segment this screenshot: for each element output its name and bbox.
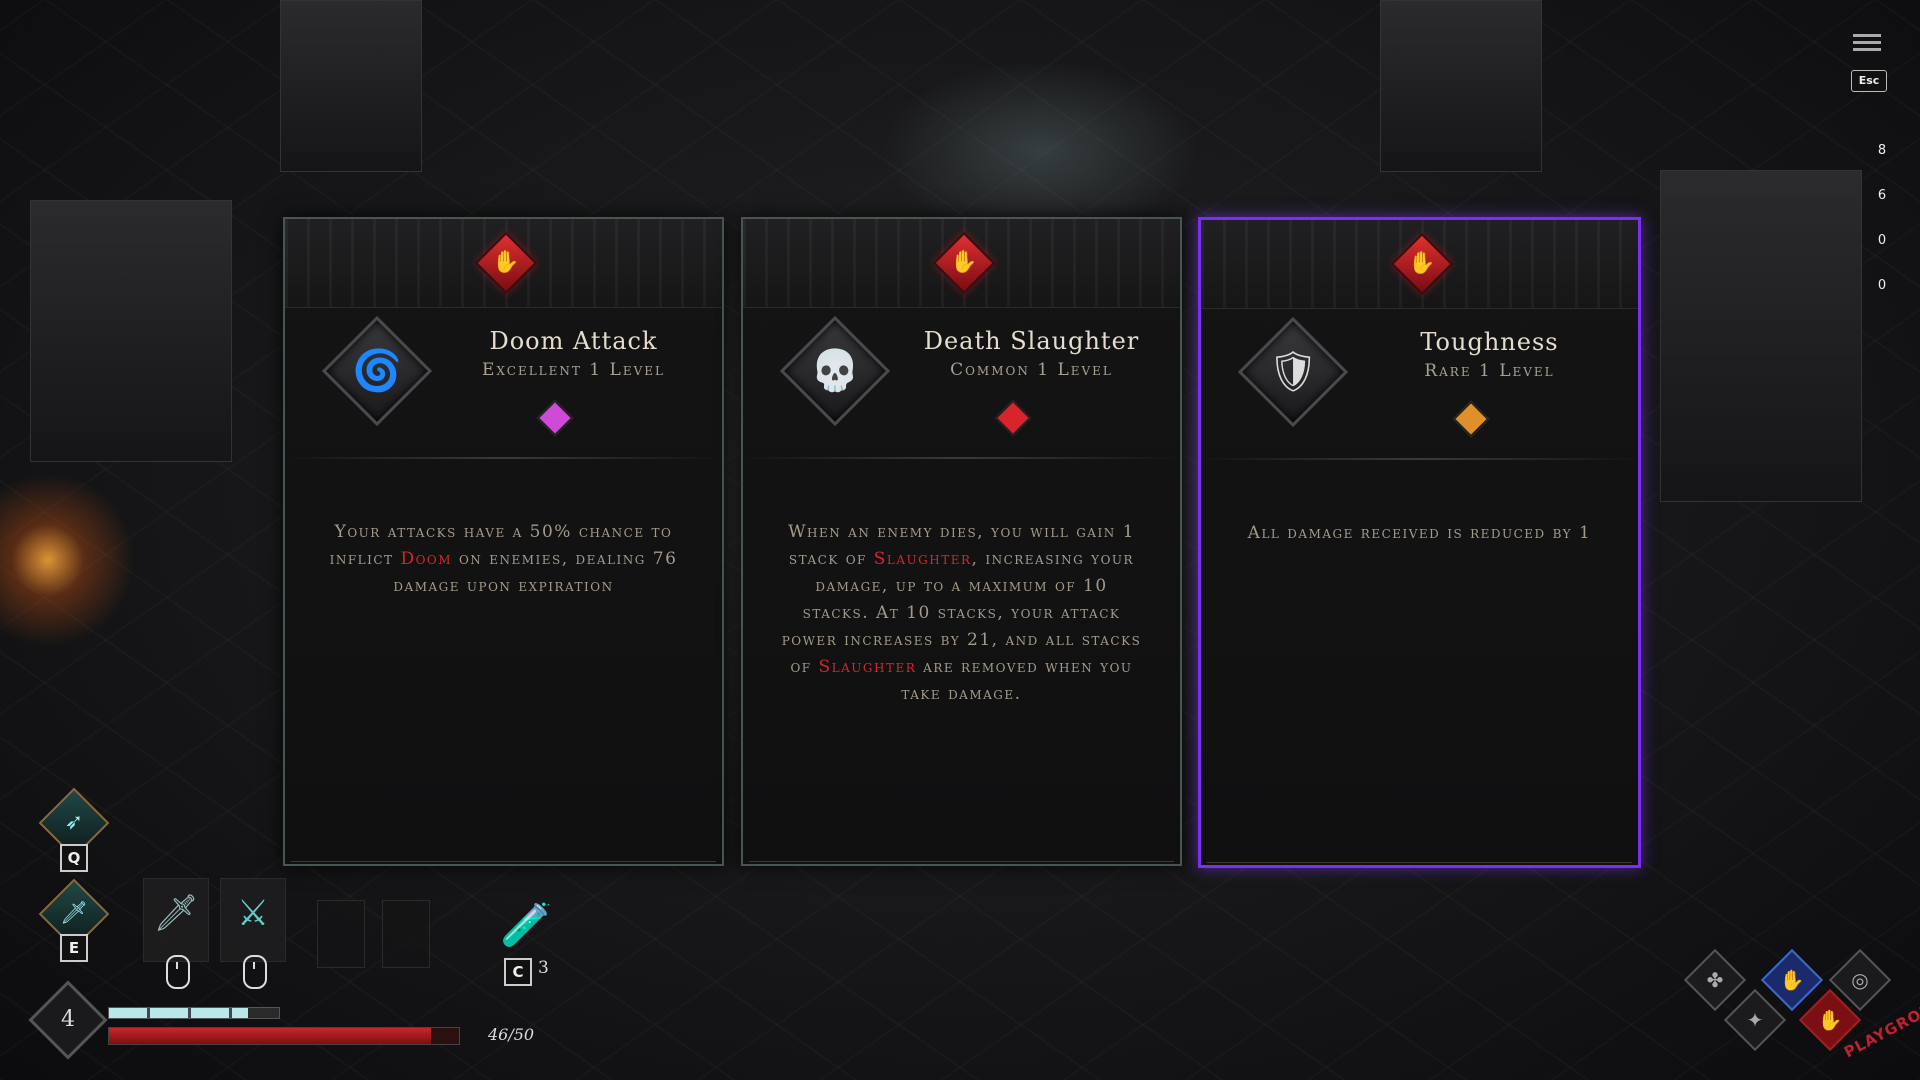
background-pillar [30,200,232,462]
skull-icon: 💀 [779,315,891,427]
card-description: Your attacks have a 50% chance to inflic… [323,519,684,600]
blue-flame-icon: 0 [1865,224,1899,258]
torch-glow [0,470,160,650]
divider [285,457,722,459]
card-title: Toughness [1420,328,1559,356]
xp-bar [108,1007,280,1019]
resource-count: 6 [1877,188,1887,203]
resource-count: 0 [1877,278,1887,293]
armor-icon: 🛡 [1237,316,1349,428]
upgrade-choice-panel: ✋ 🌀 Doom Attack Excellent 1 Level Your a… [283,217,1641,868]
divider [749,861,1174,862]
card-title: Doom Attack [489,327,658,355]
hp-text: 46/50 [488,1025,535,1044]
card-description: When an enemy dies, you will gain 1 stac… [781,519,1142,708]
doom-swirl-icon: 🌀 [321,315,433,427]
secondary-weapon-slot[interactable]: ⚔ [220,878,286,962]
divider [1201,458,1638,460]
purple-flame-icon: 6 [1865,179,1899,213]
desc-keyword-slaughter: Slaughter [818,657,917,677]
rarity-gem-icon [1452,400,1489,438]
divider [291,861,716,862]
skill-q-key: Q [60,844,88,872]
card-subtitle: Excellent 1 Level [482,360,665,380]
upgrade-card-doom-attack[interactable]: ✋ 🌀 Doom Attack Excellent 1 Level Your a… [283,217,724,866]
desc-text: All damage received is reduced by 1 [1247,523,1592,543]
skill-e-key: E [60,934,88,962]
level-number: 4 [61,1007,75,1032]
empty-item-slot[interactable] [382,900,430,968]
empty-item-slot[interactable] [317,900,365,968]
desc-keyword-doom: Doom [400,549,453,569]
primary-weapon-slot[interactable]: 🗡 [143,878,209,962]
upgrade-card-death-slaughter[interactable]: ✋ 💀 Death Slaughter Common 1 Level When … [741,217,1182,866]
background-pillar [280,0,422,172]
coin-icon: 8 [1865,134,1899,168]
skull-token-icon: 0 [1865,269,1899,303]
card-title: Death Slaughter [923,327,1140,355]
left-mouse-icon [166,955,190,989]
hp-fill [109,1028,431,1044]
xp-fill [109,1008,249,1018]
resource-count: 8 [1877,143,1887,158]
health-potion-icon[interactable]: 🧪 [500,900,552,950]
card-description: All damage received is reduced by 1 [1239,520,1600,547]
upgrade-card-toughness[interactable]: ✋ 🛡 Toughness Rare 1 Level All damage re… [1198,217,1641,868]
rarity-gem-icon [994,399,1031,437]
right-mouse-icon [243,955,267,989]
divider [1207,862,1632,863]
card-subtitle: Rare 1 Level [1424,361,1555,381]
desc-keyword-slaughter: Slaughter [873,549,972,569]
potion-count: 3 [538,958,549,978]
mist [880,60,1200,240]
background-pillar [1380,0,1542,172]
card-subtitle: Common 1 Level [950,360,1113,380]
divider [743,457,1180,459]
potion-key: C [504,958,532,986]
desc-text: are removed when you take damage. [901,657,1133,704]
hp-bar [108,1027,460,1045]
background-pillar [1660,170,1862,502]
rarity-gem-icon [536,399,573,437]
resource-count: 0 [1877,233,1887,248]
menu-icon[interactable] [1853,30,1881,56]
esc-key[interactable]: Esc [1851,70,1887,92]
